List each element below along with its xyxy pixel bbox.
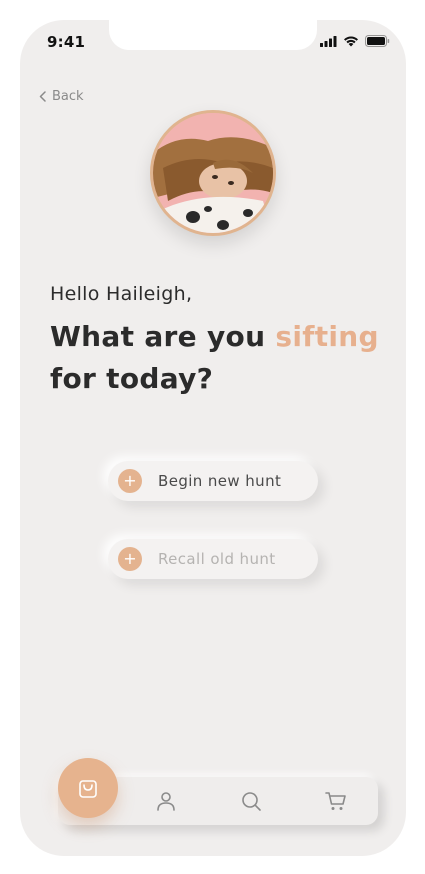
status-time: 9:41 <box>47 33 86 51</box>
recall-old-hunt-label: Recall old hunt <box>158 550 276 568</box>
headline-accent: sifting <box>275 320 379 353</box>
headline-part1: What are you <box>50 320 276 353</box>
begin-new-hunt-label: Begin new hunt <box>158 472 282 490</box>
profile-photo <box>153 113 273 233</box>
shopping-bag-icon <box>79 780 97 798</box>
begin-new-hunt-button[interactable]: + Begin new hunt <box>108 461 318 501</box>
user-icon[interactable] <box>154 789 178 813</box>
plus-icon: + <box>118 469 142 493</box>
phone-screen: 9:41 Back Hello Haileigh, What are you s… <box>20 20 406 856</box>
device-notch <box>109 20 317 50</box>
recall-old-hunt-button[interactable]: + Recall old hunt <box>108 539 318 579</box>
battery-icon <box>365 35 390 47</box>
cart-icon[interactable] <box>324 789 348 813</box>
chevron-left-icon <box>39 91 46 102</box>
headline-part2: for today? <box>50 362 214 395</box>
back-button[interactable]: Back <box>39 89 84 104</box>
page-title: What are you sifting for today? <box>50 316 390 400</box>
plus-icon: + <box>118 547 142 571</box>
greeting-text: Hello Haileigh, <box>50 283 193 305</box>
back-label: Back <box>52 89 84 104</box>
wifi-icon <box>344 36 358 47</box>
shopping-bag-tab-button[interactable] <box>58 758 118 818</box>
status-icons <box>320 35 390 47</box>
search-icon[interactable] <box>239 789 263 813</box>
avatar[interactable] <box>150 110 276 236</box>
signal-icon <box>320 35 337 47</box>
